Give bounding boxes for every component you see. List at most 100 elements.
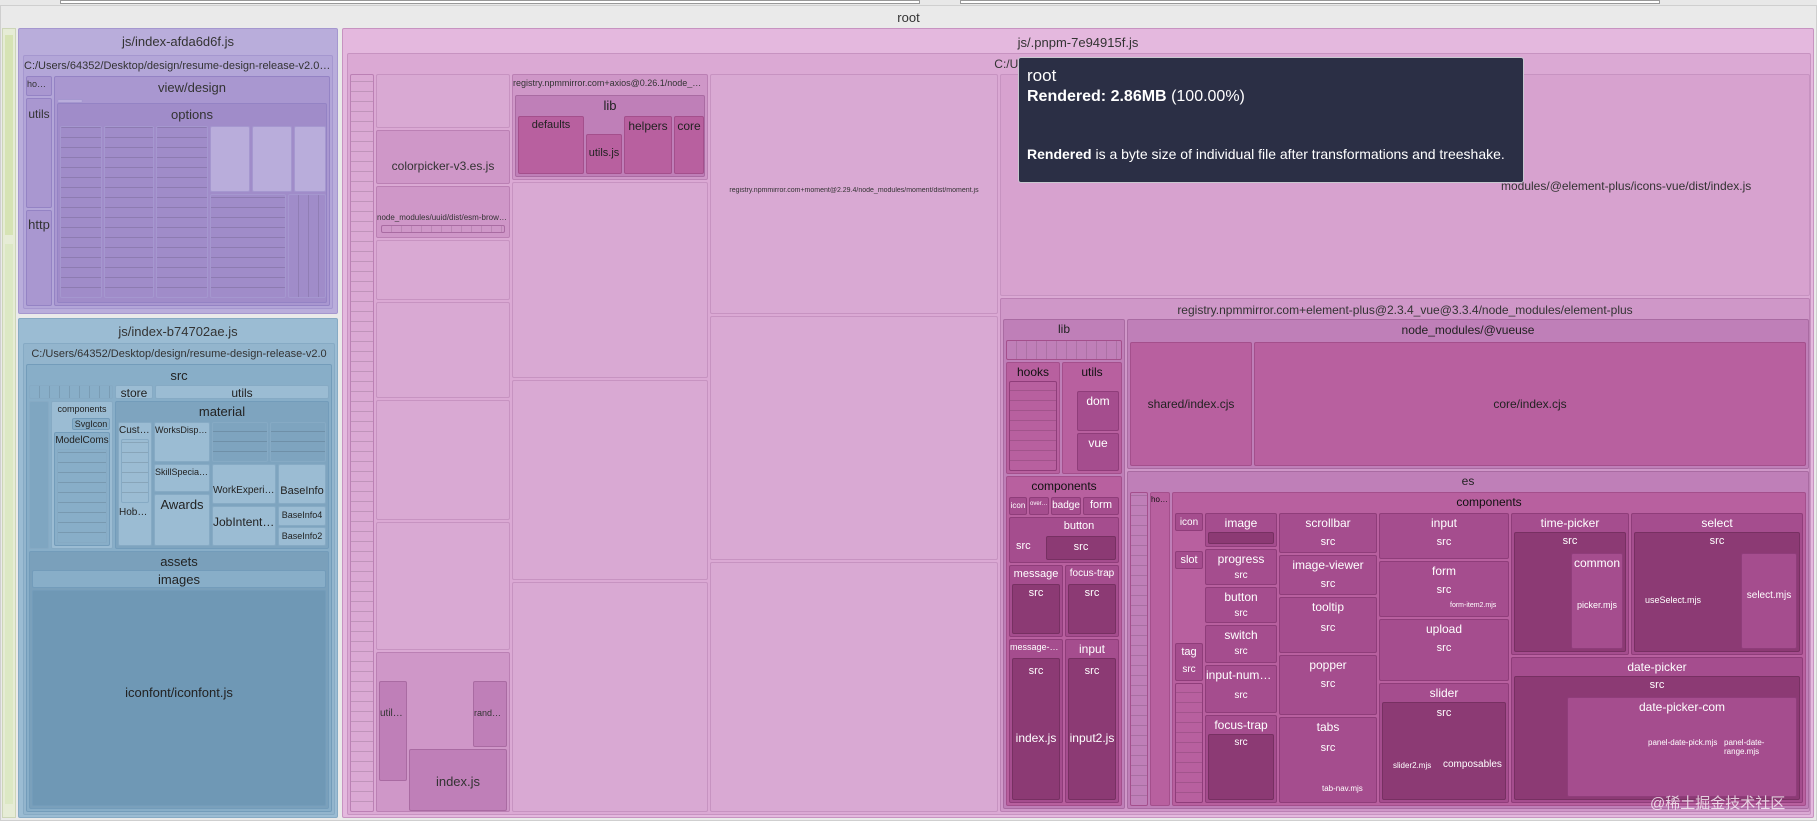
- es-form[interactable]: form src form-item2.mjs: [1379, 561, 1509, 617]
- ep-button[interactable]: button src src: [1009, 517, 1119, 563]
- folder-assets[interactable]: assets images iconfont/iconfont.js: [29, 551, 329, 809]
- folder-components[interactable]: [29, 401, 49, 549]
- es-input[interactable]: input src: [1379, 513, 1509, 559]
- folder-images[interactable]: images: [32, 570, 326, 588]
- es-image-viewer[interactable]: image-viewer src: [1279, 555, 1377, 595]
- pnpm-misc-file[interactable]: [376, 74, 510, 128]
- folder-options[interactable]: options: [57, 103, 327, 303]
- file-index-js[interactable]: index.js: [409, 749, 507, 811]
- folder-vueuse[interactable]: node_modules/@vueuse shared/index.cjs co…: [1127, 319, 1809, 469]
- es-components[interactable]: components icon slot tag src image progr…: [1172, 492, 1806, 806]
- modelcoms-files[interactable]: [57, 449, 107, 543]
- es-small-comps[interactable]: [1175, 683, 1203, 803]
- es-image[interactable]: image: [1205, 513, 1277, 547]
- pnpm-small-files[interactable]: [350, 74, 374, 812]
- date-picker-com[interactable]: date-picker-com panel-date-pick.mjs pane…: [1567, 697, 1797, 797]
- es-small-files[interactable]: [1130, 492, 1148, 806]
- es-hooks[interactable]: hooks: [1150, 492, 1170, 806]
- es-switch[interactable]: switch src: [1205, 625, 1277, 663]
- folder-random[interactable]: utils.js random.js index.js: [376, 652, 510, 812]
- component-svgicon[interactable]: SvgIcon: [72, 418, 110, 430]
- ep-hooks[interactable]: hooks: [1006, 362, 1060, 474]
- folder-utils[interactable]: utils: [26, 98, 52, 208]
- filter-input-left[interactable]: [60, 0, 920, 4]
- folder-hooks[interactable]: hooks: [26, 76, 52, 96]
- options-file[interactable]: [210, 194, 286, 298]
- ep-input[interactable]: input src input2.js: [1065, 639, 1119, 803]
- file-utils-js[interactable]: utils.js: [379, 681, 407, 781]
- material-workexperience[interactable]: WorkExperience: [212, 464, 276, 504]
- focus-trap-src[interactable]: src: [1068, 584, 1116, 634]
- select-src[interactable]: src useSelect.mjs select.mjs: [1634, 532, 1800, 652]
- material-jobintention[interactable]: JobIntention: [212, 506, 276, 546]
- material-skillspecialties[interactable]: SkillSpecialties: [154, 464, 210, 492]
- options-file[interactable]: [210, 126, 250, 192]
- es-tooltip[interactable]: tooltip src: [1279, 597, 1377, 653]
- time-picker-common[interactable]: common picker.mjs: [1571, 553, 1623, 649]
- message-box-src[interactable]: src index.js: [1012, 658, 1060, 800]
- folder-store[interactable]: store: [115, 385, 153, 399]
- material-baseinfo4[interactable]: BaseInfo4: [278, 506, 326, 526]
- slider-src[interactable]: src slider2.mjs composables: [1382, 702, 1506, 800]
- component-modelcoms[interactable]: ModelComs: [54, 432, 110, 546]
- options-file[interactable]: [60, 126, 102, 298]
- pnpm-file-sortable[interactable]: [512, 582, 708, 812]
- options-file[interactable]: [252, 126, 292, 192]
- pnpm-misc-file[interactable]: [376, 240, 510, 300]
- ep-lib-files[interactable]: [1006, 340, 1122, 360]
- folder-material[interactable]: material Custom Hobbies WorksDisplay Ski…: [115, 401, 329, 549]
- ep-dom[interactable]: dom: [1077, 391, 1119, 431]
- material-baseinfo[interactable]: BaseInfo: [278, 464, 326, 504]
- pnpm-file-scrollbar[interactable]: [512, 380, 708, 580]
- left-edge-bundle[interactable]: [2, 28, 16, 818]
- ep-focus-trap[interactable]: focus-trap src: [1065, 565, 1119, 637]
- ep-overlay[interactable]: overlay: [1029, 497, 1049, 515]
- axios-helpers[interactable]: helpers: [624, 116, 672, 174]
- material-files[interactable]: [270, 422, 326, 462]
- ep-components[interactable]: components icon overlay badge form butto…: [1006, 476, 1122, 806]
- folder-src[interactable]: src store utils components SvgIcon Model…: [26, 364, 332, 812]
- input-src[interactable]: src input2.js: [1068, 658, 1116, 800]
- src-small-files[interactable]: [29, 385, 113, 399]
- bundle-src-folder[interactable]: C:/Users/64352/Desktop/design/resume-des…: [23, 55, 333, 309]
- folder-axios-lib[interactable]: lib defaults utils.js helpers core: [515, 95, 705, 177]
- es-slot[interactable]: slot: [1175, 551, 1203, 569]
- folder-view-design[interactable]: view/design options: [54, 76, 330, 306]
- folder-http[interactable]: http: [26, 210, 52, 306]
- pnpm-file-vue[interactable]: [512, 182, 708, 378]
- es-tabs[interactable]: tabs src tab-nav.mjs: [1279, 717, 1377, 803]
- options-file[interactable]: [156, 126, 208, 298]
- custom-files[interactable]: [121, 439, 149, 503]
- focus-trap-src[interactable]: src: [1208, 734, 1274, 800]
- pnpm-file-draggable[interactable]: [710, 316, 998, 560]
- file-moment[interactable]: registry.npmmirror.com+moment@2.29.4/nod…: [710, 74, 998, 314]
- file-shared-index[interactable]: shared/index.cjs: [1130, 342, 1252, 466]
- es-tag[interactable]: tag src: [1175, 643, 1203, 681]
- folder-element-plus[interactable]: registry.npmmirror.com+element-plus@2.3.…: [1000, 298, 1810, 812]
- options-file[interactable]: [104, 126, 154, 298]
- options-file[interactable]: [288, 194, 326, 298]
- pnpm-misc-file[interactable]: [376, 522, 510, 650]
- es-date-picker[interactable]: date-picker src date-picker-com panel-da…: [1511, 657, 1803, 803]
- ep-form[interactable]: form: [1083, 497, 1119, 515]
- pnpm-file-dnd[interactable]: [710, 562, 998, 812]
- pnpm-misc-file[interactable]: [376, 400, 510, 520]
- es-popper[interactable]: popper src: [1279, 655, 1377, 715]
- es-time-picker[interactable]: time-picker src common picker.mjs: [1511, 513, 1629, 655]
- es-input-number[interactable]: input-number src: [1205, 665, 1277, 713]
- select-mjs[interactable]: select.mjs: [1741, 553, 1797, 649]
- time-picker-src[interactable]: src common picker.mjs: [1514, 532, 1626, 652]
- material-files[interactable]: [212, 422, 268, 462]
- ep-icon[interactable]: icon: [1009, 497, 1027, 515]
- bundle-index-afda[interactable]: js/index-afda6d6f.js C:/Users/64352/Desk…: [18, 28, 338, 314]
- ep-button-src[interactable]: src: [1046, 536, 1116, 560]
- folder-axios[interactable]: registry.npmmirror.com+axios@0.26.1/node…: [512, 74, 708, 180]
- ep-badge[interactable]: badge: [1051, 497, 1081, 515]
- ep-utils[interactable]: utils dom vue: [1062, 362, 1122, 474]
- image-src[interactable]: [1208, 532, 1274, 544]
- options-file[interactable]: [294, 126, 326, 192]
- date-picker-src[interactable]: src date-picker-com panel-date-pick.mjs …: [1514, 676, 1800, 800]
- ep-message-box[interactable]: message-box src index.js: [1009, 639, 1063, 803]
- es-button[interactable]: button src: [1205, 587, 1277, 623]
- bundle-b-root-folder[interactable]: C:/Users/64352/Desktop/design/resume-des…: [23, 343, 335, 815]
